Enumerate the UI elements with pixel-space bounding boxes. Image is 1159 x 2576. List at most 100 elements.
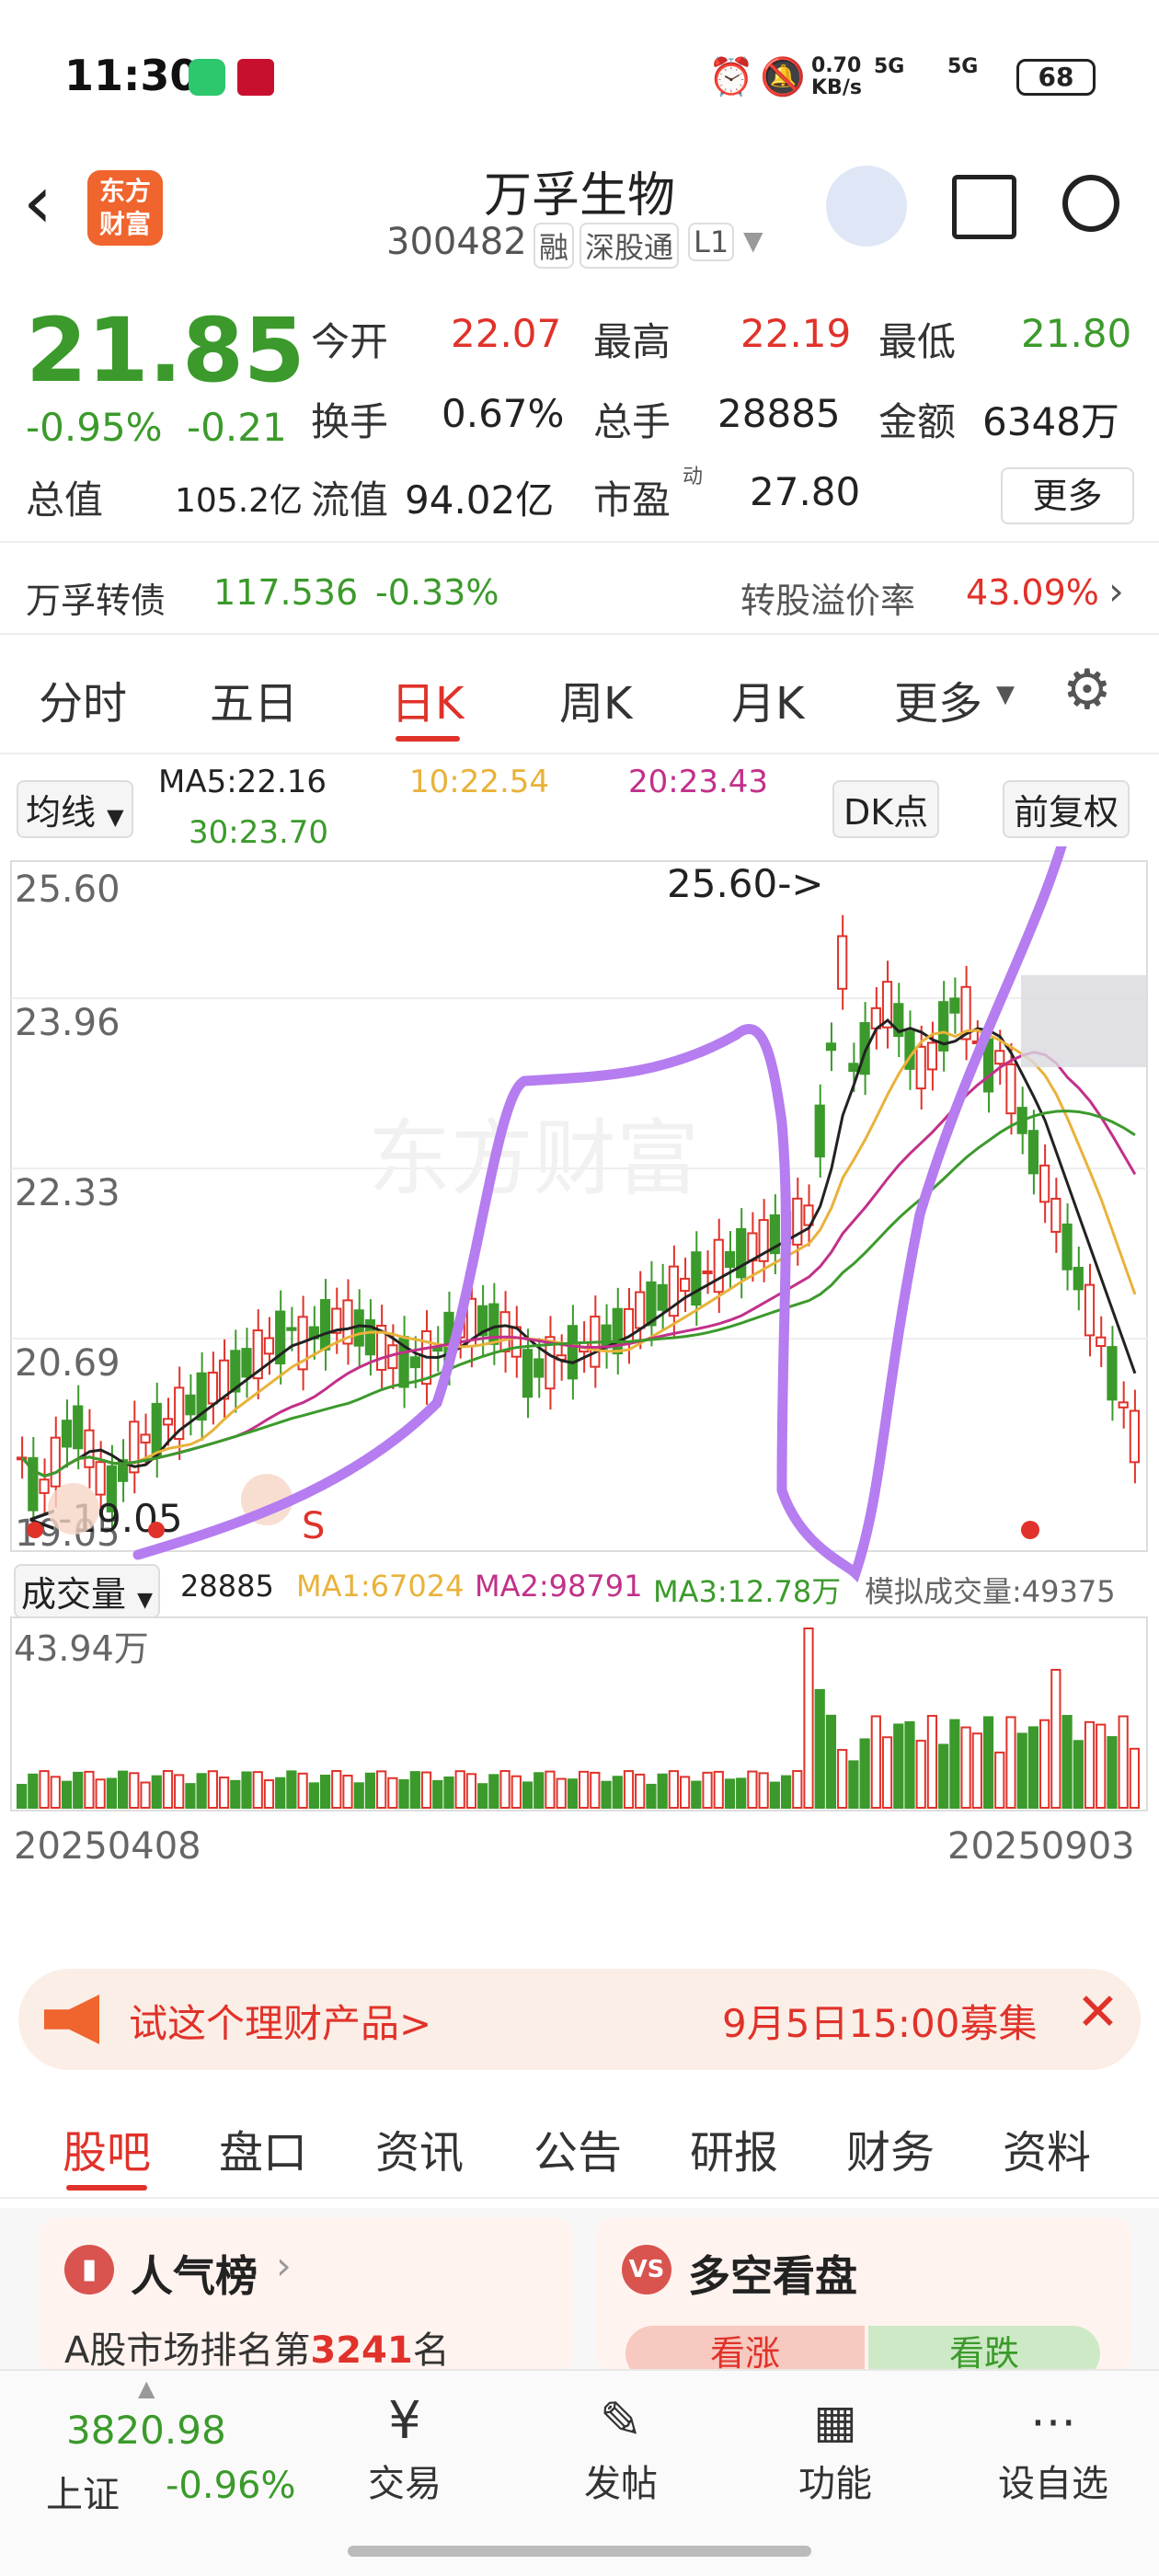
candle-body [73,1405,84,1450]
settings-gear-icon[interactable]: ⚙ [1062,662,1112,718]
function-nav[interactable]: ▦ 功能 [789,2389,881,2507]
close-icon[interactable]: ✕ [1076,1985,1119,2041]
back-icon[interactable]: ‹ [23,166,52,239]
hand-drawn-annotation [132,846,1067,1583]
signal-dot [27,1522,43,1538]
index-value[interactable]: 3820.98 [66,2408,226,2453]
volume-bar [465,1773,477,1809]
stock-header: ‹ 东方 财富 万孚生物 300482 融 深股通 L1 ▼ [0,138,1159,276]
dk-point-button[interactable]: DK点 [832,780,940,838]
low-value: 21.80 [1021,311,1132,356]
kline-chart[interactable]: 东方财富 25.60 23.96 22.33 20.69 19.05 25.60… [0,846,1159,1904]
promo-banner[interactable]: 试这个理财产品> 9月5日15:00募集 ✕ [18,1969,1141,2070]
tab-daily-k[interactable]: 日K [391,667,464,731]
convertible-bond-row[interactable]: 万孚转债 117.536 -0.33% 转股溢价率 43.09% › [0,552,1159,635]
volume-bar [780,1775,792,1809]
candles [17,914,1141,1533]
volume-bar [691,1780,702,1810]
phone-app-icon [189,59,225,96]
promo-time: 9月5日15:00募集 [722,2001,1038,2046]
volume-bar [1107,1736,1118,1810]
volume-bar [308,1782,319,1809]
l1-tag[interactable]: L1 [688,223,735,261]
candle-body [1005,1063,1016,1115]
tab-more[interactable]: 更多 [894,667,982,731]
volume-bar [342,1775,353,1809]
popularity-title: 人气榜 [131,2251,258,2301]
sgt-tag: 深股通 [580,223,680,269]
search-icon[interactable] [1062,175,1119,232]
change-pct: -0.95% [26,405,163,450]
volume-bar [39,1770,50,1809]
tab-intraday[interactable]: 分时 [39,667,127,731]
volume-bar [95,1778,106,1809]
volume-bar [590,1771,601,1809]
ma-toggle-dropdown-icon: ▼ [107,804,124,830]
ma5-value: MA5:22.16 [158,764,327,800]
candle-body [567,1325,579,1380]
volume-bar [162,1770,174,1810]
signal-dot [1021,1521,1039,1539]
volume-indicator-toggle[interactable]: 成交量 ▼ [14,1564,161,1618]
volume-bar [971,1732,982,1810]
tab-guba[interactable]: 股吧 [63,2116,151,2180]
add-watchlist-nav[interactable]: ⋯ 设自选 [989,2389,1118,2507]
candle-body [601,1324,612,1349]
popularity-card[interactable]: ▮ 人气榜 › A股市场排名第3241名 [39,2217,574,2374]
tab-monthly-k[interactable]: 月K [731,667,804,731]
volume-bar [534,1772,545,1810]
tab-news[interactable]: 资讯 [375,2116,464,2180]
volume-bar [657,1773,668,1809]
volume-bar [275,1777,286,1809]
volume-bar [601,1780,612,1810]
candle-body [50,1436,61,1488]
volume-bar [612,1776,623,1809]
sell-signal-mark: S [302,1505,325,1547]
tab-finance[interactable]: 财务 [846,2116,935,2180]
vol-ma3: MA3:12.78万 [653,1574,842,1609]
bull-bear-card[interactable]: VS 多空看盘 看涨 看跌 [596,2217,1131,2381]
y-tick-label: 25.60 [15,868,120,911]
candle-body [814,1104,825,1158]
more-quote-button[interactable]: 更多 [1001,467,1134,524]
volume-bar [1073,1740,1084,1809]
share-icon[interactable] [952,175,1016,239]
post-nav[interactable]: ✎ 发帖 [575,2389,667,2507]
tab-profile[interactable]: 资料 [1003,2116,1091,2180]
volume-bar [713,1770,724,1809]
ma-toggle[interactable]: 均线 ▼ [17,780,133,838]
open-label: 今开 [311,319,389,364]
index-name[interactable]: 上证 [46,2465,120,2518]
volume-value: 28885 [717,391,841,436]
volume-bar [1118,1715,1129,1810]
volume-bar [185,1783,196,1810]
candle-body [1118,1401,1129,1409]
adjust-mode-button[interactable]: 前复权 [1003,780,1130,838]
chart-bars-icon: ▮ [64,2245,114,2294]
candle-body [39,1478,50,1494]
volume-bar [73,1771,84,1810]
cards-area: ▮ 人气榜 › A股市场排名第3241名 VS 多空看盘 看涨 看跌 [0,2208,1159,2381]
candle-body [915,1045,926,1090]
candle-body [534,1358,545,1378]
tab-five-day[interactable]: 五日 [210,667,298,731]
tab-research[interactable]: 研报 [690,2116,778,2180]
tab-announcements[interactable]: 公告 [534,2116,622,2180]
volume-bar [387,1777,398,1809]
volume-bar [511,1775,522,1809]
volume-bar [376,1770,387,1809]
volume-bar [488,1774,499,1809]
volume-bar [61,1780,73,1810]
amount-label: 金额 [878,399,957,444]
candle-body [635,1291,646,1329]
trade-nav[interactable]: ¥ 交易 [359,2389,451,2507]
tab-pankou[interactable]: 盘口 [219,2116,307,2180]
volume-bar [1005,1716,1016,1810]
chevron-down-icon[interactable]: ▼ [743,225,763,256]
tab-weekly-k[interactable]: 周K [559,667,632,731]
index-change[interactable]: -0.96% [166,2465,296,2507]
more-dropdown-icon[interactable]: ▼ [996,681,1015,708]
signal-5g-2: 5G [947,55,979,78]
volume-bar [364,1772,376,1809]
assistant-robot-icon[interactable] [826,166,907,247]
